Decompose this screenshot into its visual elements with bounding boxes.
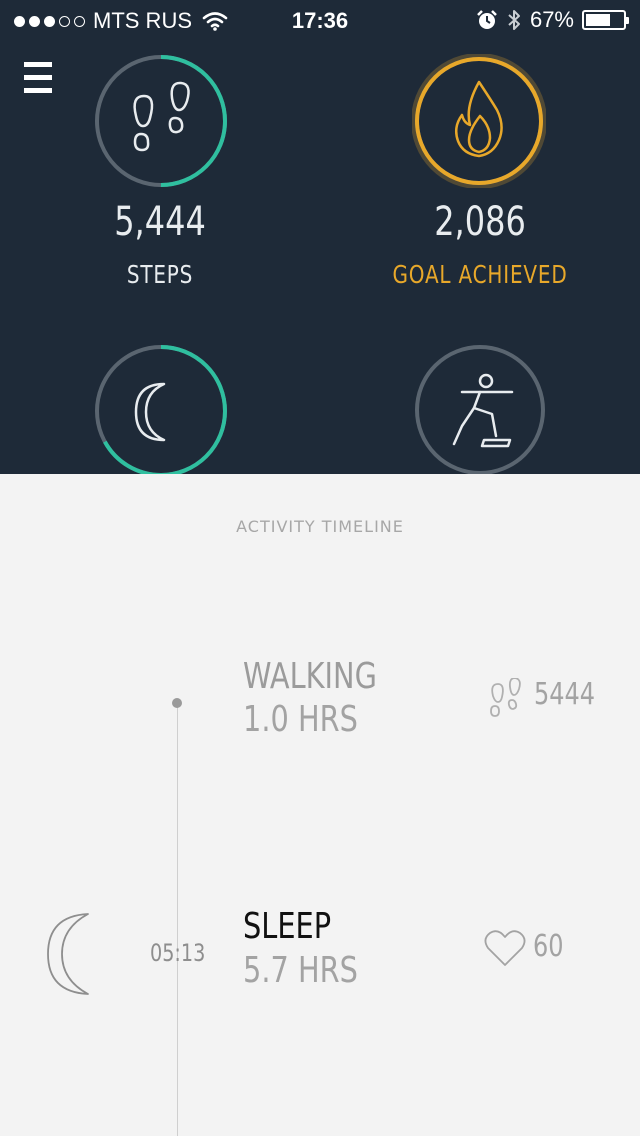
heart-icon: [484, 930, 526, 966]
entry-duration: 5.7 HRS: [243, 950, 358, 991]
footsteps-icon: [490, 678, 521, 717]
battery-percent: 67%: [529, 7, 574, 32]
workout-tile[interactable]: [414, 344, 546, 474]
sleep-tile[interactable]: [94, 344, 228, 474]
status-bar: MTS RUS 17:36 67%: [0, 0, 640, 42]
steps-tile[interactable]: [94, 54, 228, 188]
entry-time: 05:13: [150, 939, 206, 967]
flame-icon: [454, 80, 503, 158]
timeline-line: [177, 702, 178, 1136]
menu-button[interactable]: [24, 62, 52, 94]
dashboard-header: MTS RUS 17:36 67% 5,444 STEPS 2,086 GOAL…: [0, 0, 640, 474]
entry-stat-value: 5444: [534, 677, 596, 712]
entry-name: SLEEP: [243, 906, 332, 947]
steps-label: STEPS: [126, 260, 194, 289]
entry-stat-value: 60: [533, 929, 564, 964]
battery-icon: [582, 10, 629, 30]
status-right: 67%: [476, 7, 629, 33]
calories-tile[interactable]: [412, 54, 546, 188]
entry-name: WALKING: [243, 656, 377, 697]
workout-figure-icon: [452, 373, 514, 448]
timeline-dot: [172, 698, 182, 708]
bluetooth-icon: [508, 10, 520, 30]
moon-icon: [134, 382, 166, 442]
calories-value: 2,086: [434, 199, 526, 245]
entry-duration: 1.0 HRS: [243, 699, 358, 740]
footsteps-icon: [133, 81, 190, 152]
timeline-title: ACTIVITY TIMELINE: [236, 517, 404, 536]
calories-label: GOAL ACHIEVED: [392, 260, 568, 289]
hamburger-icon: [24, 62, 52, 67]
moon-icon: [47, 913, 89, 995]
alarm-icon: [477, 10, 497, 29]
activity-timeline: ACTIVITY TIMELINE WALKING 1.0 HRS 5444 0…: [0, 474, 640, 1136]
steps-value: 5,444: [114, 199, 206, 245]
